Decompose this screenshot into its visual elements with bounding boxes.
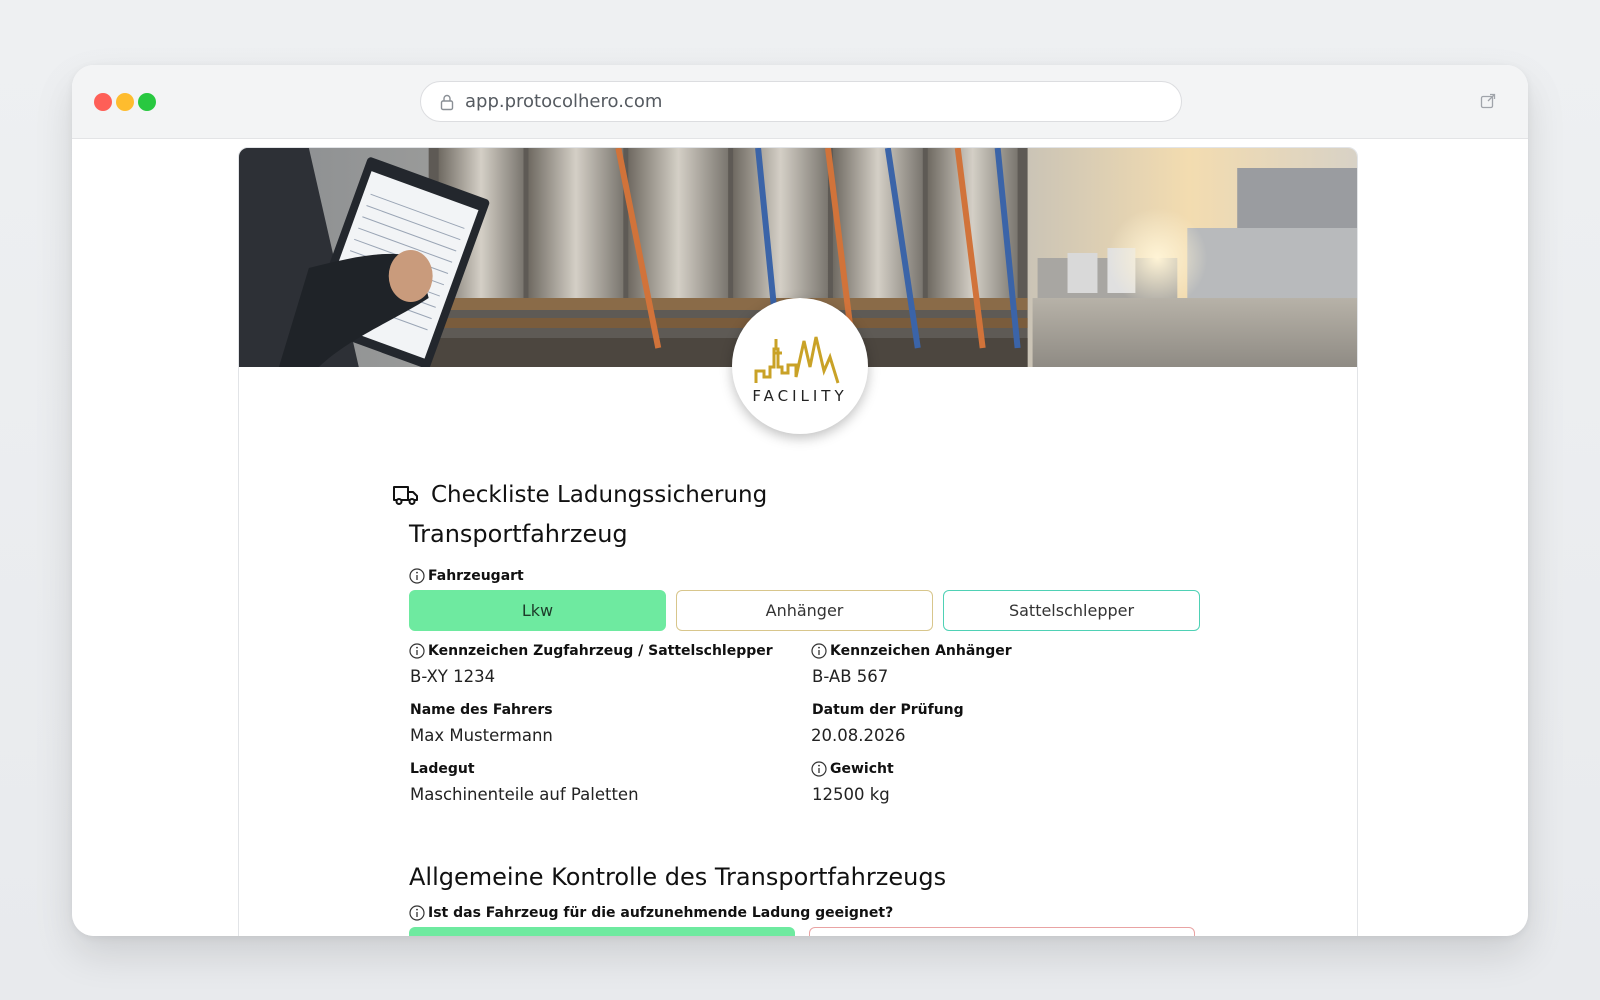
form-header: Checkliste Ladungssicherung bbox=[393, 478, 1201, 512]
plate-trailer-label: Kennzeichen Anhänger bbox=[811, 643, 1012, 659]
maximize-window-button[interactable] bbox=[138, 93, 156, 111]
plate-trailer-label-text: Kennzeichen Anhänger bbox=[830, 643, 1012, 659]
plate-tractor-value[interactable]: B-XY 1234 bbox=[410, 667, 773, 686]
info-icon[interactable] bbox=[409, 643, 425, 659]
plate-trailer-value[interactable]: B-AB 567 bbox=[812, 667, 1012, 686]
info-icon[interactable] bbox=[409, 905, 425, 921]
weight-field: Gewicht 12500 kg bbox=[811, 761, 894, 804]
vehicle-type-label-text: Fahrzeugart bbox=[428, 568, 524, 584]
cargo-field: Ladegut Maschinenteile auf Paletten bbox=[410, 761, 639, 804]
plate-tractor-field: Kennzeichen Zugfahrzeug / Sattelschleppe… bbox=[409, 643, 773, 686]
driver-label: Name des Fahrers bbox=[410, 702, 553, 718]
date-value[interactable]: 20.08.2026 bbox=[811, 726, 964, 745]
date-field: Datum der Prüfung 20.08.2026 bbox=[811, 702, 964, 745]
vehicle-type-option-anhaenger[interactable]: Anhänger bbox=[676, 590, 933, 631]
browser-titlebar: app.protocolhero.com bbox=[72, 65, 1528, 139]
question-vehicle-suitable-label: Ist das Fahrzeug für die aufzunehmende L… bbox=[409, 905, 1201, 921]
close-window-button[interactable] bbox=[94, 93, 112, 111]
skyline-logo-icon bbox=[754, 336, 840, 384]
plate-tractor-label: Kennzeichen Zugfahrzeug / Sattelschleppe… bbox=[409, 643, 773, 659]
form-content: Checkliste Ladungssicherung Transportfah… bbox=[393, 478, 1201, 936]
answer-yes-button[interactable] bbox=[409, 927, 795, 936]
info-icon[interactable] bbox=[409, 568, 425, 584]
logo-text: FACILITY bbox=[752, 387, 848, 405]
section-heading-allgemeine-kontrolle: Allgemeine Kontrolle des Transportfahrze… bbox=[409, 863, 947, 891]
address-bar[interactable]: app.protocolhero.com bbox=[420, 81, 1182, 122]
url-text: app.protocolhero.com bbox=[465, 91, 663, 112]
page-viewport: FACILITY Checkliste Ladungssicherung Tra… bbox=[72, 139, 1528, 936]
cargo-label: Ladegut bbox=[410, 761, 475, 777]
open-external-icon[interactable] bbox=[1480, 93, 1496, 109]
driver-value[interactable]: Max Mustermann bbox=[410, 726, 553, 745]
weight-value[interactable]: 12500 kg bbox=[812, 785, 894, 804]
vehicle-fields-grid: Kennzeichen Zugfahrzeug / Sattelschleppe… bbox=[409, 643, 1201, 823]
vehicle-type-option-sattelschlepper[interactable]: Sattelschlepper bbox=[943, 590, 1200, 631]
plate-tractor-label-text: Kennzeichen Zugfahrzeug / Sattelschleppe… bbox=[428, 643, 773, 659]
section-heading-transportfahrzeug: Transportfahrzeug bbox=[409, 520, 628, 548]
weight-label-text: Gewicht bbox=[830, 761, 894, 777]
weight-label: Gewicht bbox=[811, 761, 894, 777]
form-card: FACILITY Checkliste Ladungssicherung Tra… bbox=[238, 147, 1358, 936]
info-icon[interactable] bbox=[811, 643, 827, 659]
question-vehicle-suitable-options bbox=[409, 927, 1201, 936]
info-icon[interactable] bbox=[811, 761, 827, 777]
lock-icon bbox=[440, 94, 454, 110]
vehicle-type-label: Fahrzeugart bbox=[409, 568, 1201, 584]
question-vehicle-suitable-text: Ist das Fahrzeug für die aufzunehmende L… bbox=[428, 905, 894, 921]
form-title: Checkliste Ladungssicherung bbox=[431, 482, 768, 508]
answer-no-button[interactable] bbox=[809, 927, 1195, 936]
plate-trailer-field: Kennzeichen Anhänger B-AB 567 bbox=[811, 643, 1012, 686]
truck-icon bbox=[393, 486, 418, 505]
vehicle-type-options: Lkw Anhänger Sattelschlepper bbox=[409, 590, 1201, 631]
driver-field: Name des Fahrers Max Mustermann bbox=[410, 702, 553, 745]
date-label: Datum der Prüfung bbox=[812, 702, 964, 718]
minimize-window-button[interactable] bbox=[116, 93, 134, 111]
browser-window: app.protocolhero.com FACILITY Checkliste… bbox=[72, 65, 1528, 936]
cargo-value[interactable]: Maschinenteile auf Paletten bbox=[410, 785, 639, 804]
vehicle-type-option-lkw[interactable]: Lkw bbox=[409, 590, 666, 631]
company-logo: FACILITY bbox=[732, 298, 868, 434]
